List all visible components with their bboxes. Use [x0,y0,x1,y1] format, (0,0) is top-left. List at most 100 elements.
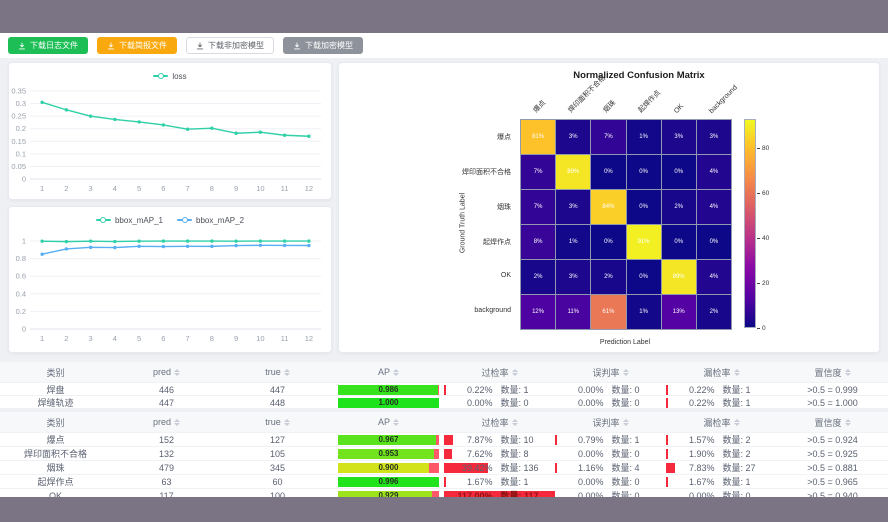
rate-count: 数量: 1 [723,396,773,409]
matrix-row-label: 起焊作点 [339,237,511,247]
rate-percent: 0.22% [671,385,715,395]
class-cell: 爆点 [0,433,111,446]
matrix-cell: 4% [697,260,731,294]
rate-count: 数量: 1 [501,475,551,488]
rate-count: 数量: 1 [612,433,662,446]
rate-percent: 0.79% [560,435,604,445]
rate-percent: 7.83% [671,463,715,473]
false-positive-cell: 0.00%数量: 0 [555,447,666,460]
column-header-pred[interactable]: pred [111,412,222,432]
legend-item-loss[interactable]: loss [153,72,186,81]
confidence-cell: >0.5 = 0.924 [777,433,888,446]
matrix-cell: 3% [556,190,590,224]
map-chart-legend: bbox_mAP_1 bbox_mAP_2 [9,207,331,229]
sort-icon [174,419,180,426]
miss-rate-cell: 0.22%数量: 1 [666,383,777,396]
false-positive-cell: 0.00%数量: 0 [555,475,666,488]
svg-text:0.2: 0.2 [16,307,26,316]
button-label: 下载简报文件 [119,42,167,50]
matrix-row-label: 烟珠 [339,202,511,212]
matrix-cell: 7% [591,120,625,154]
legend-item-bbox_mAP_1[interactable]: bbox_mAP_1 [96,216,163,225]
colorbar-tick [757,238,760,239]
download-summary-file-button[interactable]: 下载简报文件 [97,37,177,54]
table-row: 焊盘4464470.9860.22%数量: 10.00%数量: 00.22%数量… [0,382,888,395]
svg-text:0: 0 [22,325,26,334]
ap-value: 1.000 [338,398,439,408]
matrix-cell: 1% [627,295,661,329]
svg-text:2: 2 [64,334,68,343]
ap-value: 0.953 [338,449,439,459]
sort-icon [393,419,399,426]
column-header-label: 置信度 [814,416,841,429]
sort-icon [734,419,740,426]
rate-count: 数量: 8 [501,447,551,460]
column-header-label: 类别 [46,416,64,429]
matrix-cell: 0% [662,155,696,189]
rate-percent: 1.16% [560,463,604,473]
rate-percent: 0.00% [449,398,493,408]
matrix-cell: 2% [697,295,731,329]
matrix-cell: 0% [627,155,661,189]
column-header-true[interactable]: true [222,412,333,432]
column-header-over-detection-rate[interactable]: 过检率 [444,412,555,432]
column-header-miss-rate[interactable]: 漏检率 [666,362,777,382]
rate-count: 数量: 0 [501,396,551,409]
matrix-cell: 3% [662,120,696,154]
column-header-confidence[interactable]: 置信度 [777,412,888,432]
rate-bar [666,477,668,487]
legend-line-icon [153,75,168,77]
rate-bar [444,385,446,395]
rate-bar [555,463,557,473]
matrix-cell: 8% [521,225,555,259]
matrix-cell: 0% [697,225,731,259]
confusion-matrix-title: Normalized Confusion Matrix [449,70,829,81]
download-log-file-button[interactable]: 下载日志文件 [8,37,88,54]
over-detection-cell: 1.67%数量: 1 [444,475,555,488]
column-header-class: 类别 [0,412,111,432]
confidence-cell: >0.5 = 0.999 [777,383,888,396]
miss-rate-cell: 1.67%数量: 1 [666,475,777,488]
column-header-false-positive-rate[interactable]: 误判率 [555,362,666,382]
class-cell: 焊印面积不合格 [0,447,111,460]
column-header-confidence[interactable]: 置信度 [777,362,888,382]
matrix-cell: 89% [662,260,696,294]
legend-item-bbox_mAP_2[interactable]: bbox_mAP_2 [177,216,244,225]
rate-count: 数量: 0 [612,475,662,488]
sort-icon [623,369,629,376]
column-header-pred[interactable]: pred [111,362,222,382]
ap-value: 0.967 [338,435,439,445]
pred-cell: 446 [111,383,222,396]
matrix-cell: 61% [591,295,625,329]
true-cell: 447 [222,383,333,396]
download-icon [196,42,204,50]
download-encrypted-model-button[interactable]: 下载加密模型 [283,37,363,54]
rate-bar [555,435,557,445]
colorbar [744,119,756,328]
download-plain-model-button[interactable]: 下载非加密模型 [186,37,274,54]
column-header-false-positive-rate[interactable]: 误判率 [555,412,666,432]
sort-icon [284,419,290,426]
matrix-row-label: background [339,307,511,314]
matrix-cell: 2% [662,190,696,224]
svg-text:3: 3 [89,334,93,343]
svg-text:7: 7 [186,184,190,193]
svg-text:0: 0 [22,175,26,184]
matrix-cell: 84% [591,190,625,224]
sort-icon [512,369,518,376]
column-header-over-detection-rate[interactable]: 过检率 [444,362,555,382]
confidence-cell: >0.5 = 0.925 [777,447,888,460]
svg-text:0.15: 0.15 [11,137,26,146]
rate-percent: 1.90% [671,449,715,459]
column-header-true[interactable]: true [222,362,333,382]
column-header-ap[interactable]: AP [333,362,444,382]
table-row: 起焊作点63600.9961.67%数量: 10.00%数量: 01.67%数量… [0,474,888,488]
column-header-miss-rate[interactable]: 漏检率 [666,412,777,432]
table-header-row: 类别predtrueAP过检率误判率漏检率置信度 [0,362,888,382]
column-header-label: 漏检率 [703,416,730,429]
column-header-ap[interactable]: AP [333,412,444,432]
over-detection-cell: 39.42%数量: 136 [444,461,555,474]
window-top-bar [0,0,888,33]
svg-text:0.2: 0.2 [16,124,26,133]
colorbar-tick-label: 60 [762,190,769,197]
